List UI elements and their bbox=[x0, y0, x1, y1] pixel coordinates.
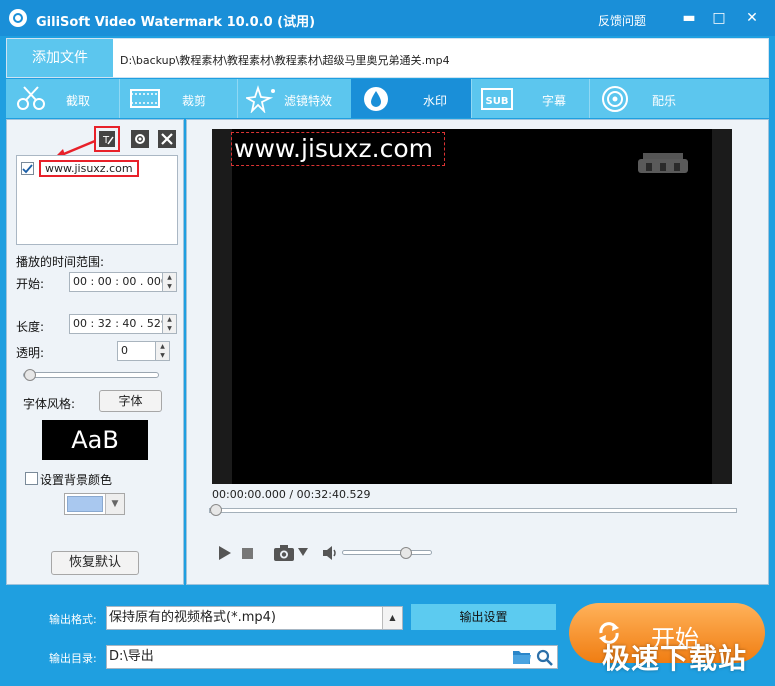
spin-down-button[interactable]: ▼ bbox=[162, 282, 176, 291]
music-icon bbox=[602, 86, 628, 112]
sparkle-icon bbox=[246, 85, 275, 113]
tab-label: 滤镜特效 bbox=[284, 94, 333, 108]
watermark-preview-text[interactable]: www.jisuxz.com bbox=[231, 132, 445, 166]
color-swatch bbox=[67, 496, 103, 512]
bg-color-label: 设置背景颜色 bbox=[40, 473, 113, 487]
tab-crop[interactable]: 裁剪 bbox=[119, 79, 237, 118]
checkmark-icon bbox=[22, 164, 33, 174]
feedback-link[interactable]: 反馈问题 bbox=[598, 12, 646, 29]
watermark-checkbox[interactable] bbox=[21, 162, 34, 175]
camera-icon[interactable] bbox=[274, 545, 294, 561]
spin-down-button[interactable]: ▼ bbox=[155, 351, 169, 360]
chevron-down-icon: ▼ bbox=[105, 494, 124, 514]
chevron-up-icon: ▲ bbox=[382, 607, 402, 629]
list-item[interactable]: www.jisuxz.com bbox=[21, 160, 175, 177]
spin-up-button[interactable]: ▲ bbox=[162, 273, 176, 282]
video-logo-icon bbox=[638, 153, 688, 173]
opacity-slider[interactable] bbox=[23, 369, 159, 381]
seek-knob[interactable] bbox=[210, 504, 222, 516]
bg-color-checkbox[interactable] bbox=[25, 472, 38, 485]
add-file-button[interactable]: 添加文件 bbox=[7, 39, 113, 77]
delete-watermark-button[interactable] bbox=[158, 130, 176, 148]
close-button[interactable]: ✕ bbox=[741, 8, 763, 28]
output-dir-label: 输出目录: bbox=[49, 652, 97, 665]
length-label: 长度: bbox=[16, 320, 45, 334]
maximize-button[interactable]: □ bbox=[708, 8, 730, 28]
reset-default-button[interactable]: 恢复默认 bbox=[51, 551, 139, 575]
delete-icon bbox=[158, 130, 176, 148]
window-title: GiliSoft Video Watermark 10.0.0 (试用) bbox=[36, 15, 316, 30]
preview-panel: www.jisuxz.com 00:00:00.000 / 00:32:40.5… bbox=[186, 119, 769, 585]
text-watermark-icon: T bbox=[99, 131, 115, 147]
spin-down-button[interactable]: ▼ bbox=[162, 324, 176, 333]
tab-music[interactable]: 配乐 bbox=[589, 79, 703, 118]
video-preview[interactable]: www.jisuxz.com bbox=[212, 129, 732, 484]
volume-slider[interactable] bbox=[342, 547, 432, 559]
crop-icon bbox=[130, 89, 160, 108]
tab-label: 裁剪 bbox=[182, 94, 207, 108]
opacity-value: 0 bbox=[121, 344, 128, 357]
spin-up-button[interactable]: ▲ bbox=[155, 342, 169, 351]
output-format-select[interactable]: 保持原有的视频格式(*.mp4) ▲ bbox=[106, 606, 403, 630]
output-format-value: 保持原有的视频格式(*.mp4) bbox=[109, 610, 276, 625]
watermark-settings-panel: T www.jisuxz.com 播放的时间范围: 开始: 00 : 00 : … bbox=[6, 119, 184, 585]
folder-icon[interactable] bbox=[513, 649, 531, 664]
feature-tabs: 截取 裁剪 滤镜特效 水印 SUB 字幕 配乐 bbox=[6, 79, 769, 118]
svg-text:SUB: SUB bbox=[486, 96, 509, 107]
app-logo-icon bbox=[9, 9, 27, 27]
tab-label: 水印 bbox=[423, 94, 448, 108]
watermark-list: www.jisuxz.com bbox=[16, 155, 178, 245]
brand-watermark: 极速下载站 bbox=[602, 642, 748, 675]
tab-label: 配乐 bbox=[652, 94, 677, 108]
opacity-field[interactable]: 0 ▲ ▼ bbox=[117, 341, 170, 361]
opacity-label: 透明: bbox=[16, 346, 45, 360]
add-image-watermark-button[interactable] bbox=[131, 130, 149, 148]
file-bar: 添加文件 D:\backup\教程素材\教程素材\教程素材\超级马里奥兄弟通关.… bbox=[6, 38, 769, 78]
font-button[interactable]: 字体 bbox=[99, 390, 162, 412]
opacity-slider-knob[interactable] bbox=[24, 369, 36, 381]
length-time-value: 00 : 32 : 40 . 529 bbox=[73, 317, 168, 330]
file-path: D:\backup\教程素材\教程素材\教程素材\超级马里奥兄弟通关.mp4 bbox=[120, 54, 450, 67]
output-format-label: 输出格式: bbox=[49, 613, 97, 626]
chevron-down-icon[interactable] bbox=[298, 548, 308, 556]
subtitle-icon: SUB bbox=[481, 88, 513, 110]
spin-up-button[interactable]: ▲ bbox=[162, 315, 176, 324]
font-preview: AaB bbox=[42, 420, 148, 460]
tab-trim[interactable]: 截取 bbox=[6, 79, 119, 118]
tab-effects[interactable]: 滤镜特效 bbox=[237, 79, 350, 118]
start-time-field[interactable]: 00 : 00 : 00 . 000 ▲ ▼ bbox=[69, 272, 177, 292]
timecode: 00:00:00.000 / 00:32:40.529 bbox=[212, 488, 371, 501]
scissors-icon bbox=[17, 86, 45, 110]
length-time-field[interactable]: 00 : 32 : 40 . 529 ▲ ▼ bbox=[69, 314, 177, 334]
letterbox-right bbox=[712, 129, 732, 484]
title-bar: GiliSoft Video Watermark 10.0.0 (试用) 反馈问… bbox=[0, 0, 775, 36]
tab-label: 字幕 bbox=[542, 94, 567, 108]
stop-icon[interactable] bbox=[242, 548, 253, 559]
bg-color-picker[interactable]: ▼ bbox=[64, 493, 125, 515]
image-watermark-icon bbox=[131, 130, 149, 148]
tab-watermark[interactable]: 水印 bbox=[351, 79, 471, 118]
play-icon[interactable] bbox=[218, 546, 232, 560]
tab-label: 截取 bbox=[66, 94, 91, 108]
start-label: 开始: bbox=[16, 277, 45, 291]
start-time-value: 00 : 00 : 00 . 000 bbox=[73, 275, 168, 288]
output-settings-button[interactable]: 输出设置 bbox=[411, 604, 556, 630]
font-style-label: 字体风格: bbox=[23, 397, 76, 411]
output-dir-value: D:\导出 bbox=[109, 649, 154, 664]
volume-knob[interactable] bbox=[400, 547, 412, 559]
time-range-label: 播放的时间范围: bbox=[16, 255, 105, 269]
seek-bar[interactable] bbox=[209, 504, 737, 516]
water-drop-icon bbox=[364, 87, 388, 111]
tab-subtitle[interactable]: SUB 字幕 bbox=[471, 79, 589, 118]
watermark-text: www.jisuxz.com bbox=[39, 160, 139, 177]
search-icon[interactable] bbox=[536, 649, 553, 666]
minimize-button[interactable]: ▬ bbox=[678, 8, 700, 28]
output-dir-field[interactable]: D:\导出 bbox=[106, 645, 558, 669]
volume-icon[interactable] bbox=[323, 546, 337, 560]
svg-text:T: T bbox=[102, 135, 110, 146]
letterbox-left bbox=[212, 129, 232, 484]
